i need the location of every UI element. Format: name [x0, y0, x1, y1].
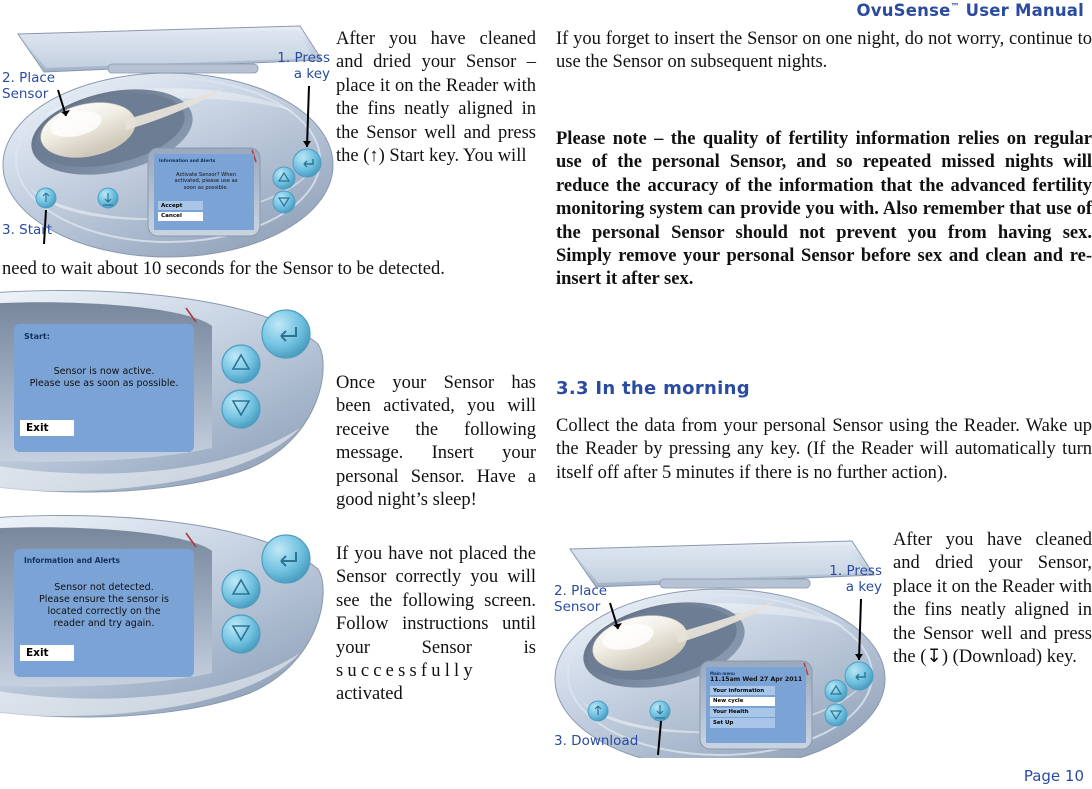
lcd-menu-list: Your information New cycle Your Health S… — [706, 686, 806, 728]
page-number: Page 10 — [1023, 767, 1084, 785]
paragraph-sensor-misplaced-part-2: activated — [336, 684, 403, 705]
lcd-title: Information and Alerts — [24, 556, 120, 565]
lcd-message-line-2: Please ensure the sensor is — [39, 594, 169, 605]
lcd-message: Activate Sensor? When activated, please … — [174, 172, 238, 191]
paragraph-download-instructions: After you have cleaned and dried your Se… — [893, 530, 1092, 668]
lcd-message-line-1: Sensor is now active. — [53, 366, 155, 377]
callout-place-sensor: 2. Place Sensor — [554, 583, 608, 615]
lcd-screen-active: Start: Sensor is now active. Please use … — [14, 324, 194, 452]
lcd-button-exit[interactable]: Exit — [20, 645, 74, 661]
manual-title: OvuSense™ User Manual — [857, 1, 1084, 20]
lcd-menu-item-new-cycle[interactable]: New cycle — [710, 696, 775, 706]
callout-press-key: 1. Press a key — [829, 563, 882, 595]
paragraph-sensor-misplaced: If you have not placed the Sensor correc… — [336, 543, 536, 707]
callout-press-key: 1. Press a key — [277, 50, 330, 82]
paragraph-sensor-activated: Once your Sensor has been activated, you… — [336, 373, 536, 511]
paragraph-collect-data: Collect the data from your personal Sens… — [556, 416, 1092, 483]
lcd-menu-item-your-health[interactable]: Your Health — [710, 707, 775, 717]
lcd-message-line-4: reader and try again. — [53, 618, 155, 629]
manual-title-brand: OvuSense — [856, 1, 951, 20]
lcd-menu-item-your-information[interactable]: Your information — [710, 686, 775, 696]
lcd-button-accept[interactable]: Accept — [158, 201, 203, 211]
paragraph-please-note: Please note – the quality of fertility i… — [556, 129, 1092, 290]
figure-activate-sensor: Information and Alerts Activate Sensor? … — [0, 20, 335, 270]
paragraph-sensor-misplaced-part-1: If you have not placed the Sensor correc… — [336, 544, 536, 658]
trademark-symbol: ™ — [950, 2, 960, 13]
lcd-message-line-2: Please use as soon as possible. — [29, 378, 179, 389]
manual-title-suffix: User Manual — [959, 1, 1084, 20]
lcd-menu-item-set-up[interactable]: Set Up — [710, 718, 775, 728]
lcd-timestamp: 11.15am Wed 27 Apr 2011 — [710, 676, 803, 683]
lcd-message-line-3: located correctly on the — [47, 606, 161, 617]
paragraph-activate-instructions-continued: need to wait about 10 seconds for the Se… — [2, 259, 445, 279]
lcd-title: Start: — [24, 332, 50, 341]
lcd-screen-main-menu: Main menu 11.15am Wed 27 Apr 2011 Your i… — [706, 667, 806, 743]
figure-download-main-menu: Main menu 11.15am Wed 27 Apr 2011 Your i… — [548, 533, 893, 758]
figure-sensor-active: Start: Sensor is now active. Please use … — [0, 288, 335, 503]
lcd-button-exit[interactable]: Exit — [20, 420, 74, 436]
callout-place-sensor: 2. Place Sensor — [2, 70, 56, 102]
lcd-screen-activate: Information and Alerts Activate Sensor? … — [154, 154, 254, 230]
paragraph-activate-instructions: After you have cleaned and dried your Se… — [336, 29, 536, 167]
lcd-message-line-1: Sensor not detected. — [54, 582, 154, 593]
callout-download: 3. Download — [554, 733, 639, 749]
callout-start: 3. Start — [2, 222, 53, 238]
lcd-screen-not-detected: Information and Alerts Sensor not detect… — [14, 549, 194, 677]
page-header: OvuSense™ User Manual — [0, 0, 1092, 22]
lcd-button-cancel[interactable]: Cancel — [158, 211, 203, 221]
section-heading-in-the-morning: 3.3 In the morning — [556, 378, 750, 399]
figure-sensor-not-detected: Information and Alerts Sensor not detect… — [0, 513, 335, 728]
lcd-title: Information and Alerts — [159, 159, 216, 164]
paragraph-forgot-sensor: If you forget to insert the Sensor on on… — [556, 29, 1092, 73]
paragraph-sensor-misplaced-emphasis: successfully — [336, 661, 477, 682]
